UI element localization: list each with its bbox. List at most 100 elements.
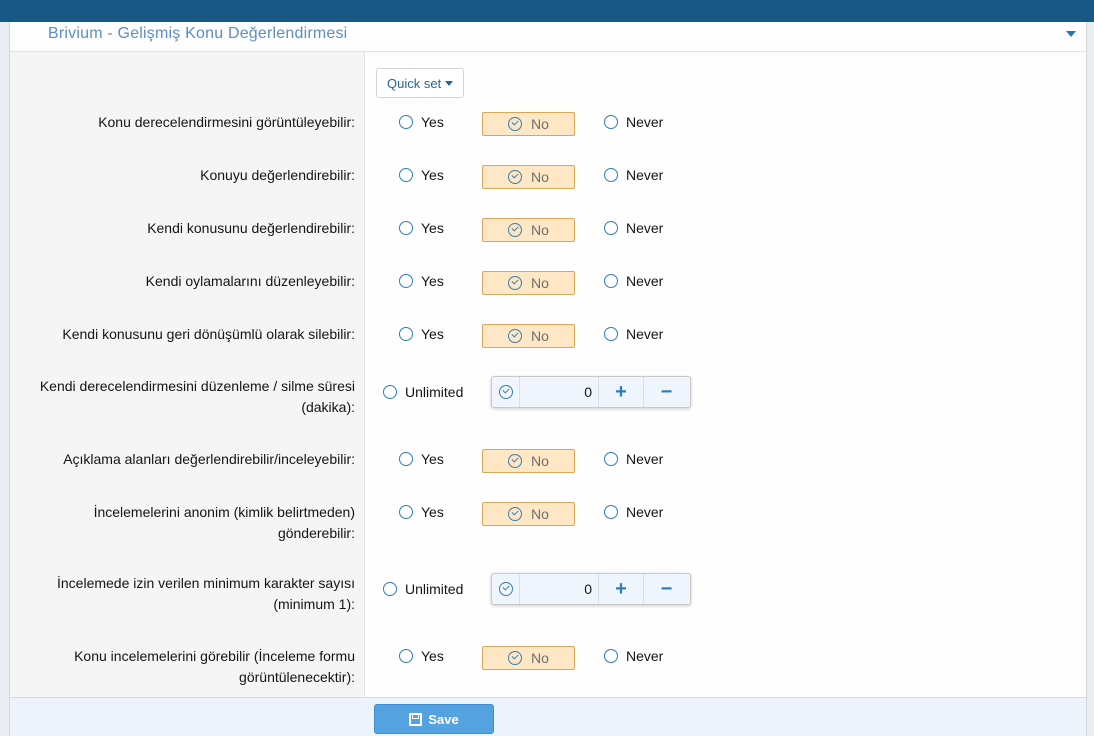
check-circle-icon bbox=[508, 507, 523, 521]
option-yes[interactable]: Yes bbox=[399, 451, 444, 467]
option-never[interactable]: Never bbox=[604, 504, 663, 520]
row-label: İncelemede izin verilen minimum karakter… bbox=[10, 573, 355, 615]
radio-icon bbox=[604, 452, 618, 466]
option-never[interactable]: Never bbox=[604, 273, 663, 289]
check-circle-icon bbox=[508, 651, 523, 665]
radio-icon bbox=[399, 327, 413, 341]
radio-icon bbox=[604, 274, 618, 288]
option-label: Never bbox=[626, 504, 664, 520]
option-yes[interactable]: Yes bbox=[399, 326, 444, 342]
option-label: No bbox=[531, 222, 549, 238]
radio-icon bbox=[604, 649, 618, 663]
option-no-selected[interactable]: No bbox=[482, 502, 575, 526]
option-no-selected[interactable]: No bbox=[482, 271, 575, 295]
option-yes[interactable]: Yes bbox=[399, 220, 444, 236]
option-label: No bbox=[531, 506, 549, 522]
option-never[interactable]: Never bbox=[604, 326, 663, 342]
option-label: Never bbox=[626, 273, 664, 289]
option-label: Never bbox=[626, 167, 664, 183]
row-label: Konu incelemelerini görebilir (İnceleme … bbox=[10, 646, 355, 688]
option-unlimited[interactable]: Unlimited bbox=[383, 581, 463, 597]
option-unlimited[interactable]: Unlimited bbox=[383, 384, 463, 400]
option-yes[interactable]: Yes bbox=[399, 648, 444, 664]
row-label-line: (minimum 1): bbox=[273, 596, 355, 612]
increment-button[interactable]: + bbox=[599, 574, 644, 604]
option-label: Unlimited bbox=[405, 384, 464, 400]
minutes-input[interactable]: 0 bbox=[520, 377, 599, 407]
option-no-selected[interactable]: No bbox=[482, 646, 575, 670]
row-label-line: Konu incelemelerini görebilir (İnceleme … bbox=[74, 648, 355, 664]
radio-icon bbox=[604, 327, 618, 341]
option-no-selected[interactable]: No bbox=[482, 165, 575, 189]
option-never[interactable]: Never bbox=[604, 114, 663, 130]
check-circle-icon bbox=[498, 385, 513, 399]
option-label: Yes bbox=[421, 114, 444, 130]
option-label: No bbox=[531, 169, 549, 185]
check-circle-icon bbox=[498, 582, 513, 596]
min-chars-spinner: 0 + − bbox=[491, 573, 691, 605]
form-footer: Save bbox=[10, 697, 1086, 736]
option-no-selected[interactable]: No bbox=[482, 449, 575, 473]
min-chars-input[interactable]: 0 bbox=[520, 574, 599, 604]
radio-icon bbox=[604, 168, 618, 182]
option-yes[interactable]: Yes bbox=[399, 167, 444, 183]
row-label-line: görüntülenecektir): bbox=[239, 669, 355, 685]
option-label: Never bbox=[626, 648, 664, 664]
row-label: Konuyu değerlendirebilir: bbox=[200, 167, 355, 183]
option-never[interactable]: Never bbox=[604, 167, 663, 183]
option-label: Unlimited bbox=[405, 581, 464, 597]
check-circle-icon bbox=[508, 170, 523, 184]
row-label: Kendi konusunu geri dönüşümlü olarak sil… bbox=[62, 326, 355, 342]
top-navigation-bar bbox=[0, 0, 1094, 22]
row-label: Konu derecelendirmesini görüntüleyebilir… bbox=[98, 114, 355, 130]
floppy-disk-icon bbox=[409, 712, 423, 726]
option-yes[interactable]: Yes bbox=[399, 273, 444, 289]
option-label: No bbox=[531, 650, 549, 666]
radio-icon bbox=[604, 505, 618, 519]
decrement-button[interactable]: − bbox=[644, 574, 689, 604]
option-label: Never bbox=[626, 114, 664, 130]
option-yes[interactable]: Yes bbox=[399, 114, 444, 130]
option-no-selected[interactable]: No bbox=[482, 112, 575, 136]
row-label: Kendi oylamalarını düzenleyebilir: bbox=[145, 273, 355, 289]
radio-icon bbox=[399, 505, 413, 519]
option-label: Never bbox=[626, 220, 664, 236]
check-circle-icon bbox=[508, 454, 523, 468]
option-never[interactable]: Never bbox=[604, 451, 663, 467]
increment-button[interactable]: + bbox=[599, 377, 644, 407]
permission-panel: Brivium - Gelişmiş Konu Değerlendirmesi … bbox=[9, 22, 1087, 736]
option-never[interactable]: Never bbox=[604, 648, 663, 664]
collapse-toggle-icon[interactable] bbox=[1066, 31, 1076, 37]
quick-set-label: Quick set bbox=[387, 75, 442, 91]
radio-icon bbox=[399, 221, 413, 235]
check-circle-icon bbox=[508, 223, 523, 237]
radio-icon bbox=[399, 274, 413, 288]
option-label: Yes bbox=[421, 273, 444, 289]
option-label: No bbox=[531, 453, 549, 469]
option-label: Yes bbox=[421, 648, 444, 664]
option-label: No bbox=[531, 275, 549, 291]
option-yes[interactable]: Yes bbox=[399, 504, 444, 520]
panel-title: Brivium - Gelişmiş Konu Değerlendirmesi bbox=[48, 25, 348, 42]
radio-icon bbox=[604, 221, 618, 235]
option-label: Yes bbox=[421, 220, 444, 236]
option-label: Never bbox=[626, 326, 664, 342]
option-never[interactable]: Never bbox=[604, 220, 663, 236]
caret-down-icon bbox=[445, 80, 454, 86]
decrement-button[interactable]: − bbox=[644, 377, 689, 407]
spinner-toggle[interactable] bbox=[492, 574, 520, 604]
row-label-line: İncelemelerini anonim (kimlik belirtmede… bbox=[93, 504, 355, 520]
option-label: No bbox=[531, 116, 549, 132]
radio-icon bbox=[399, 649, 413, 663]
radio-icon bbox=[399, 452, 413, 466]
row-label-line: Kendi derecelendirmesini düzenleme / sil… bbox=[39, 378, 355, 394]
row-label: Kendi konusunu değerlendirebilir: bbox=[147, 220, 355, 236]
row-label: Açıklama alanları değerlendirebilir/ince… bbox=[63, 451, 355, 467]
option-no-selected[interactable]: No bbox=[482, 324, 575, 348]
row-label: Kendi derecelendirmesini düzenleme / sil… bbox=[10, 376, 355, 418]
check-circle-icon bbox=[508, 117, 523, 131]
quick-set-button[interactable]: Quick set bbox=[376, 68, 465, 98]
save-button[interactable]: Save bbox=[374, 704, 494, 734]
spinner-toggle[interactable] bbox=[492, 377, 520, 407]
option-no-selected[interactable]: No bbox=[482, 218, 575, 242]
